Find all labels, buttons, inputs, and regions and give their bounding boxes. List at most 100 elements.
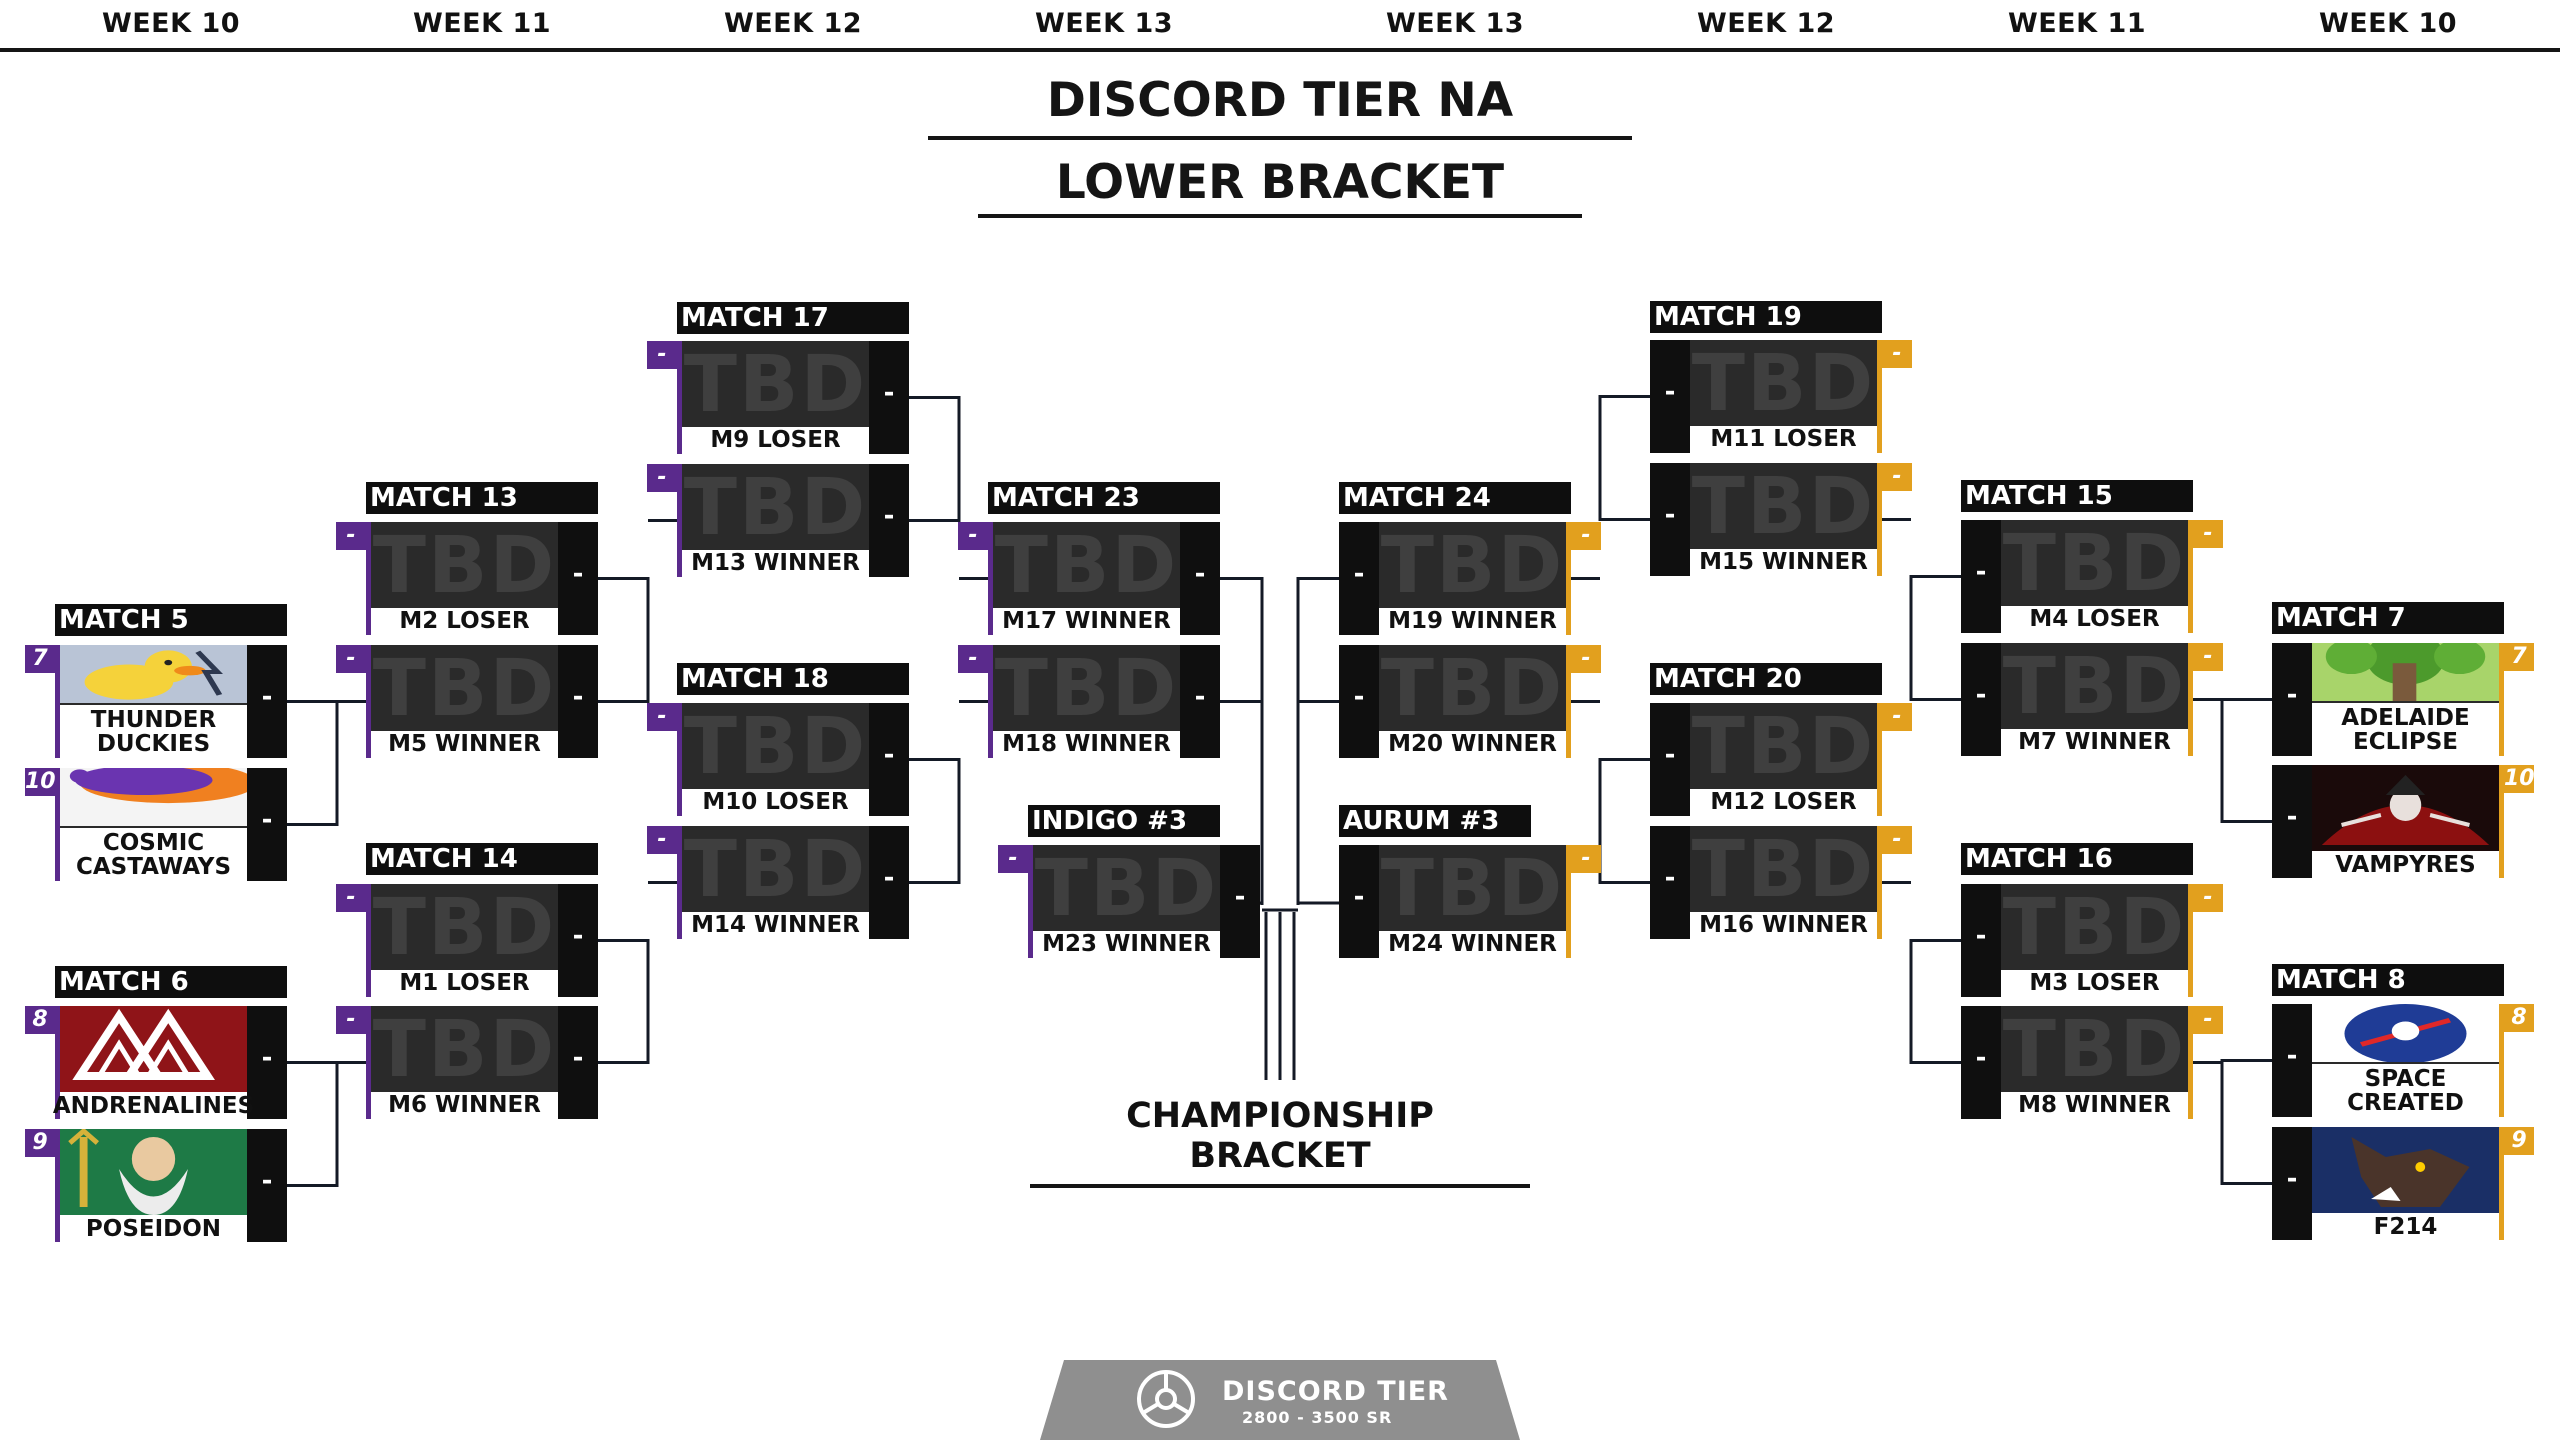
seed-badge: 9 xyxy=(2504,1127,2534,1155)
score-box: - xyxy=(2272,643,2312,756)
tbd-placeholder: TBD xyxy=(994,521,1179,611)
slot-source: M15 WINNER xyxy=(1690,549,1877,576)
team-slot[interactable]: - 9 F214 xyxy=(2272,1127,2534,1240)
match-slot[interactable]: - - TBD M13 WINNER xyxy=(647,463,909,577)
match-slot[interactable]: - - TBD M20 WINNER xyxy=(1339,645,1601,758)
match-label: MATCH 18 xyxy=(677,663,909,695)
slot-source: M17 WINNER xyxy=(993,608,1180,635)
tbd-placeholder: TBD xyxy=(683,463,868,553)
match-slot[interactable]: - - TBD M23 WINNER xyxy=(998,845,1260,958)
seed-badge: - xyxy=(336,645,366,673)
team-slot[interactable]: - 7 THUNDER DUCKIES xyxy=(25,645,287,758)
match-label: MATCH 7 xyxy=(2272,602,2504,634)
match-slot[interactable]: - - TBD M5 WINNER xyxy=(336,645,598,758)
match-slot[interactable]: - - TBD M10 LOSER xyxy=(647,703,909,816)
match-slot[interactable]: - - TBD M24 WINNER xyxy=(1339,845,1601,958)
team-name: F214 xyxy=(2312,1213,2499,1240)
connector-line xyxy=(1571,395,1650,580)
match-slot[interactable]: - - TBD M12 LOSER xyxy=(1650,703,1912,816)
score-box: - xyxy=(1339,522,1379,635)
match-slot[interactable]: - - TBD M7 WINNER xyxy=(1961,643,2223,756)
match-slot[interactable]: - - TBD M14 WINNER xyxy=(647,826,909,939)
tbd-placeholder: TBD xyxy=(1380,521,1565,611)
match-label: MATCH 17 xyxy=(677,302,909,334)
team-slot[interactable]: -8 ANDRENALINES xyxy=(25,1006,287,1119)
score-box: - xyxy=(1961,884,2001,997)
seed-badge: - xyxy=(647,341,677,369)
tbd-placeholder: TBD xyxy=(2002,1005,2187,1095)
match-label: MATCH 8 xyxy=(2272,964,2504,996)
score-box: - xyxy=(2272,1004,2312,1117)
score-box: - xyxy=(1650,340,1690,453)
match-label: MATCH 20 xyxy=(1650,663,1882,695)
match-slot[interactable]: - - TBD M3 LOSER xyxy=(1961,884,2223,997)
match-label: MATCH 23 xyxy=(988,482,1220,514)
championship-bracket-label: CHAMPIONSHIP BRACKET xyxy=(1030,1096,1530,1188)
connector-line xyxy=(2193,698,2272,823)
seed-badge: - xyxy=(1882,826,1912,854)
match-label: MATCH 14 xyxy=(366,843,598,875)
slot-source: M9 LOSER xyxy=(682,427,869,454)
match-slot[interactable]: - - TBD M17 WINNER xyxy=(958,521,1220,635)
match-slot[interactable]: - - TBD M19 WINNER xyxy=(1339,521,1601,635)
match-slot[interactable]: - - TBD M1 LOSER xyxy=(336,883,598,997)
match-slot[interactable]: - - TBD M6 WINNER xyxy=(336,1005,598,1119)
slot-source: M6 WINNER xyxy=(371,1092,558,1119)
seed-badge: - xyxy=(336,522,366,550)
tbd-placeholder: TBD xyxy=(2002,519,2187,609)
championship-bracket-text: CHAMPIONSHIP BRACKET xyxy=(1126,1096,1434,1176)
match-slot[interactable]: - - TBD M8 WINNER xyxy=(1961,1005,2223,1119)
slot-source: M8 WINNER xyxy=(2001,1092,2188,1119)
slot-source: M11 LOSER xyxy=(1690,426,1877,453)
slot-source: M14 WINNER xyxy=(682,912,869,939)
match-slot[interactable]: - - TBD M4 LOSER xyxy=(1961,519,2223,633)
team-name: SPACE CREATED xyxy=(2312,1064,2499,1117)
tbd-placeholder: TBD xyxy=(1691,339,1876,429)
tbd-placeholder: TBD xyxy=(1691,825,1876,915)
score-box: - xyxy=(2272,1127,2312,1240)
seed-badge: - xyxy=(1882,340,1912,368)
score-box: - xyxy=(558,1006,598,1119)
discord-tier-logo-icon xyxy=(1137,1370,1195,1428)
cosmic-logo-icon xyxy=(60,762,257,826)
match-label: MATCH 16 xyxy=(1961,843,2193,875)
match-label: MATCH 19 xyxy=(1650,301,1882,333)
seed-badge: - xyxy=(647,703,677,731)
tbd-placeholder: TBD xyxy=(372,1005,557,1095)
score-box: - xyxy=(558,522,598,635)
team-slot[interactable]: - 7 ADELAIDE ECLIPSE xyxy=(2272,630,2534,756)
connector-line xyxy=(909,396,988,580)
match-slot[interactable]: - - TBD M15 WINNER xyxy=(1650,463,1912,576)
score-box: - xyxy=(247,1129,287,1242)
footer-badge: DISCORD TIER 2800 - 3500 SR xyxy=(1040,1360,1520,1440)
match-slot[interactable]: - - TBD M11 LOSER xyxy=(1650,339,1912,453)
match-label: MATCH 15 xyxy=(1961,480,2193,512)
seed-badge: - xyxy=(2193,1006,2223,1034)
vampyres-logo-icon xyxy=(2312,765,2499,851)
tbd-placeholder: TBD xyxy=(372,883,557,973)
slot-source: M13 WINNER xyxy=(682,550,869,577)
team-slot[interactable]: - 9 POSEIDON xyxy=(25,1127,287,1242)
tbd-placeholder: TBD xyxy=(994,644,1179,734)
slot-source: M12 LOSER xyxy=(1690,789,1877,816)
connector-line xyxy=(1882,881,1961,1064)
match-slot[interactable]: - - TBD M2 LOSER xyxy=(336,522,598,635)
team-slot[interactable]: - 10 COSMIC CASTAWAYS xyxy=(25,762,287,881)
seed-badge: - xyxy=(2193,643,2223,671)
footer-subtitle: 2800 - 3500 SR xyxy=(1242,1408,1393,1427)
connector-line xyxy=(287,700,366,826)
score-box: - xyxy=(1650,826,1690,939)
team-slot[interactable]: - 10 VAMPYRES xyxy=(2272,765,2535,878)
match-slot[interactable]: - - TBD M9 LOSER xyxy=(647,341,909,454)
match-slot[interactable]: - - TBD M16 WINNER xyxy=(1650,825,1912,939)
match-label: MATCH 5 xyxy=(55,604,287,636)
seed-badge: - xyxy=(1571,845,1601,873)
slot-source: M16 WINNER xyxy=(1690,912,1877,939)
match-label: INDIGO #3 xyxy=(1028,805,1220,837)
team-slot[interactable]: - 8 SPACE CREATED xyxy=(2272,1004,2534,1117)
score-box: - xyxy=(1180,645,1220,758)
score-box: - xyxy=(1339,845,1379,958)
seed-badge: - xyxy=(958,645,988,673)
match-slot[interactable]: - - TBD M18 WINNER xyxy=(958,644,1220,758)
footer-title: DISCORD TIER xyxy=(1222,1376,1449,1407)
